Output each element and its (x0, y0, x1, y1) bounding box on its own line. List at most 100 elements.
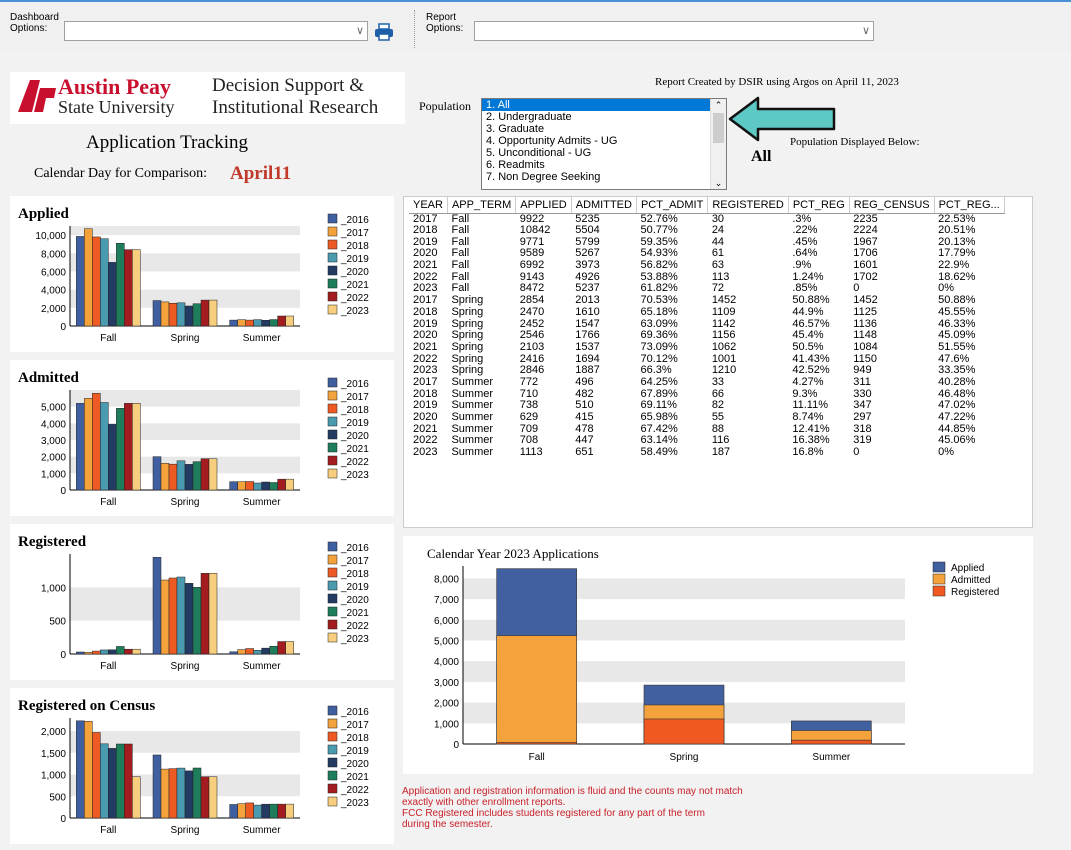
column-header[interactable]: REGISTERED (707, 197, 789, 214)
bar (76, 403, 85, 491)
table-cell: 30 (711, 212, 725, 225)
table-row[interactable]: 2021 Fall 6992 3973 56.82% 63 .9% 1601 22.9% (409, 260, 1004, 272)
legend-swatch (327, 705, 338, 716)
legend-swatch (327, 796, 338, 807)
table-cell: Summer (451, 422, 494, 435)
table-cell: Spring (451, 294, 484, 307)
bar (108, 748, 117, 819)
table-cell: 2017 (413, 375, 438, 388)
report-options-dropdown[interactable]: ∨ (474, 21, 874, 41)
population-option[interactable]: 4. Opportunity Admits - UG (482, 135, 710, 147)
population-option[interactable]: 1. All (482, 99, 710, 111)
population-option[interactable]: 6. Readmits (482, 159, 710, 171)
legend-swatch (327, 265, 338, 276)
table-cell: 5237 (575, 282, 600, 295)
table-row[interactable]: 2018 Fall 10842 5504 50.77% 24 .22% 2224 20.51% (409, 225, 1004, 237)
population-option[interactable]: 5. Unconditional - UG (482, 147, 710, 159)
table-row[interactable]: 2022 Fall 9143 4926 53.88% 113 1.24% 1702 18.62% (409, 271, 1004, 283)
column-header[interactable]: YEAR (409, 197, 448, 214)
table-row[interactable]: 2020 Fall 9589 5267 54.93% 61 .64% 1706 17.79% (409, 248, 1004, 260)
table-row[interactable]: 2017 Summer 772 496 64.25% 33 4.27% 311 40.28% (409, 377, 1004, 389)
legend-label: Admitted (951, 575, 990, 586)
bar (208, 573, 218, 655)
bar (245, 319, 254, 327)
table-cell: 0% (938, 446, 954, 459)
table-row[interactable]: 2017 Fall 9922 5235 52.76% 30 .3% 2235 22.53% (409, 213, 1004, 225)
table-row[interactable]: 2022 Spring 2416 1694 70.12% 1001 41.43% 1150 47… (409, 353, 1004, 365)
footnote-line: FCC Registered includes students registe… (402, 808, 705, 819)
population-listbox[interactable]: 1. All 2. Undergraduate 3. Graduate 4. Oppo… (481, 98, 727, 190)
population-displayed-label: Population Displayed Below: (790, 136, 920, 148)
bar (92, 236, 101, 327)
bar (108, 649, 117, 655)
scroll-up-icon[interactable]: ⌃ (711, 99, 726, 111)
table-row[interactable]: 2020 Summer 629 415 65.98% 55 8.74% 297 47.22% (409, 412, 1004, 424)
legend-label: _2019 (340, 582, 369, 593)
scroll-down-icon[interactable]: ⌄ (711, 177, 726, 189)
bar (184, 305, 194, 327)
table-row[interactable]: 2023 Spring 2846 1887 66.3% 1210 42.52% 949 33.3… (409, 365, 1004, 377)
population-option[interactable]: 7. Non Degree Seeking (482, 171, 710, 183)
table-row[interactable]: 2019 Spring 2452 1547 63.09% 1142 46.57% 1136 46… (409, 318, 1004, 330)
bar (116, 408, 125, 491)
table-row[interactable]: 2020 Spring 2546 1766 69.36% 1156 45.4% 1148 45.… (409, 330, 1004, 342)
bar (168, 303, 178, 327)
column-header[interactable]: PCT_ADMIT (636, 197, 709, 214)
table-cell: 70.12% (640, 352, 678, 365)
logo-dept-line1: Decision Support & (212, 75, 364, 96)
table-row[interactable]: 2021 Summer 709 478 67.42% 88 12.41% 318 44.85% (409, 423, 1004, 435)
legend-label: _2019 (340, 746, 369, 757)
bar (269, 319, 278, 327)
bar (124, 743, 133, 819)
x-tick-label: Summer (243, 825, 281, 836)
population-label: Population (419, 99, 472, 113)
bar (200, 573, 210, 655)
table-row[interactable]: 2021 Spring 2103 1537 73.09% 1062 50.5% 1084 51.… (409, 342, 1004, 354)
table-cell: 1125 (853, 305, 877, 318)
table-cell: Spring (451, 317, 484, 330)
table-cell: 1887 (575, 364, 600, 377)
table-cell: 6992 (519, 259, 545, 272)
table-row[interactable]: 2018 Summer 710 482 67.89% 66 9.3% 330 46.48% (409, 388, 1004, 400)
table-row[interactable]: 2023 Fall 8472 5237 61.82% 72 .85% 0 0% (409, 283, 1004, 295)
table-row[interactable]: 2023 Summer 1113 651 58.49% 187 16.8% 0 0% (409, 447, 1004, 459)
bar (496, 742, 577, 745)
print-icon[interactable] (374, 23, 394, 41)
legend-label: _2021 (340, 280, 369, 291)
population-option[interactable]: 2. Undergraduate (482, 111, 710, 123)
legend-swatch (327, 304, 338, 315)
table-cell: 1142 (711, 317, 736, 330)
bar (124, 249, 133, 327)
table-cell: 949 (853, 364, 872, 377)
table-cell: 318 (853, 422, 872, 435)
population-option[interactable]: 3. Graduate (482, 123, 710, 135)
data-table[interactable]: YEAR APP_TERM APPLIED ADMITTED PCT_ADMIT REGI… (403, 196, 1033, 528)
column-header[interactable]: ADMITTED (571, 197, 637, 214)
table-row[interactable]: 2017 Spring 2854 2013 70.53% 1452 50.88% 1452 50… (409, 295, 1004, 307)
table-cell: 44 (711, 235, 725, 248)
table-row[interactable]: 2022 Summer 708 447 63.14% 116 16.38% 319 45.06% (409, 435, 1004, 447)
column-header[interactable]: APPLIED (515, 197, 572, 214)
table-row[interactable]: 2019 Fall 9771 5799 59.35% 44 .45% 1967 20.13% (409, 236, 1004, 248)
bar (100, 238, 109, 327)
legend-label: _2021 (340, 772, 369, 783)
table-cell: 20.13% (938, 235, 976, 248)
legend-swatch (327, 291, 338, 302)
listbox-scrollbar[interactable]: ⌃ ⌄ (710, 99, 726, 189)
column-header[interactable]: REG_CENSUS (849, 197, 935, 214)
column-header[interactable]: PCT_REG... (934, 197, 1005, 214)
column-header[interactable]: APP_TERM (447, 197, 517, 214)
column-header[interactable]: PCT_REG (788, 197, 850, 214)
table-row[interactable]: 2018 Spring 2470 1610 65.18% 1109 44.9% 1125 45.… (409, 305, 1004, 319)
legend-swatch (327, 390, 338, 401)
dashboard-options-dropdown[interactable]: ∨ (64, 21, 368, 41)
table-row[interactable]: 2019 Summer 738 510 69.11% 82 11.11% 347 47.02% (409, 400, 1004, 412)
bar (253, 482, 262, 491)
bar (245, 802, 254, 819)
legend-label: _2022 (340, 293, 369, 304)
scrollbar-thumb[interactable] (713, 113, 724, 143)
table-cell: 496 (575, 375, 594, 388)
bar (208, 776, 218, 819)
chart-title: Registered on Census (18, 698, 155, 714)
table-cell: 2021 (413, 340, 438, 353)
